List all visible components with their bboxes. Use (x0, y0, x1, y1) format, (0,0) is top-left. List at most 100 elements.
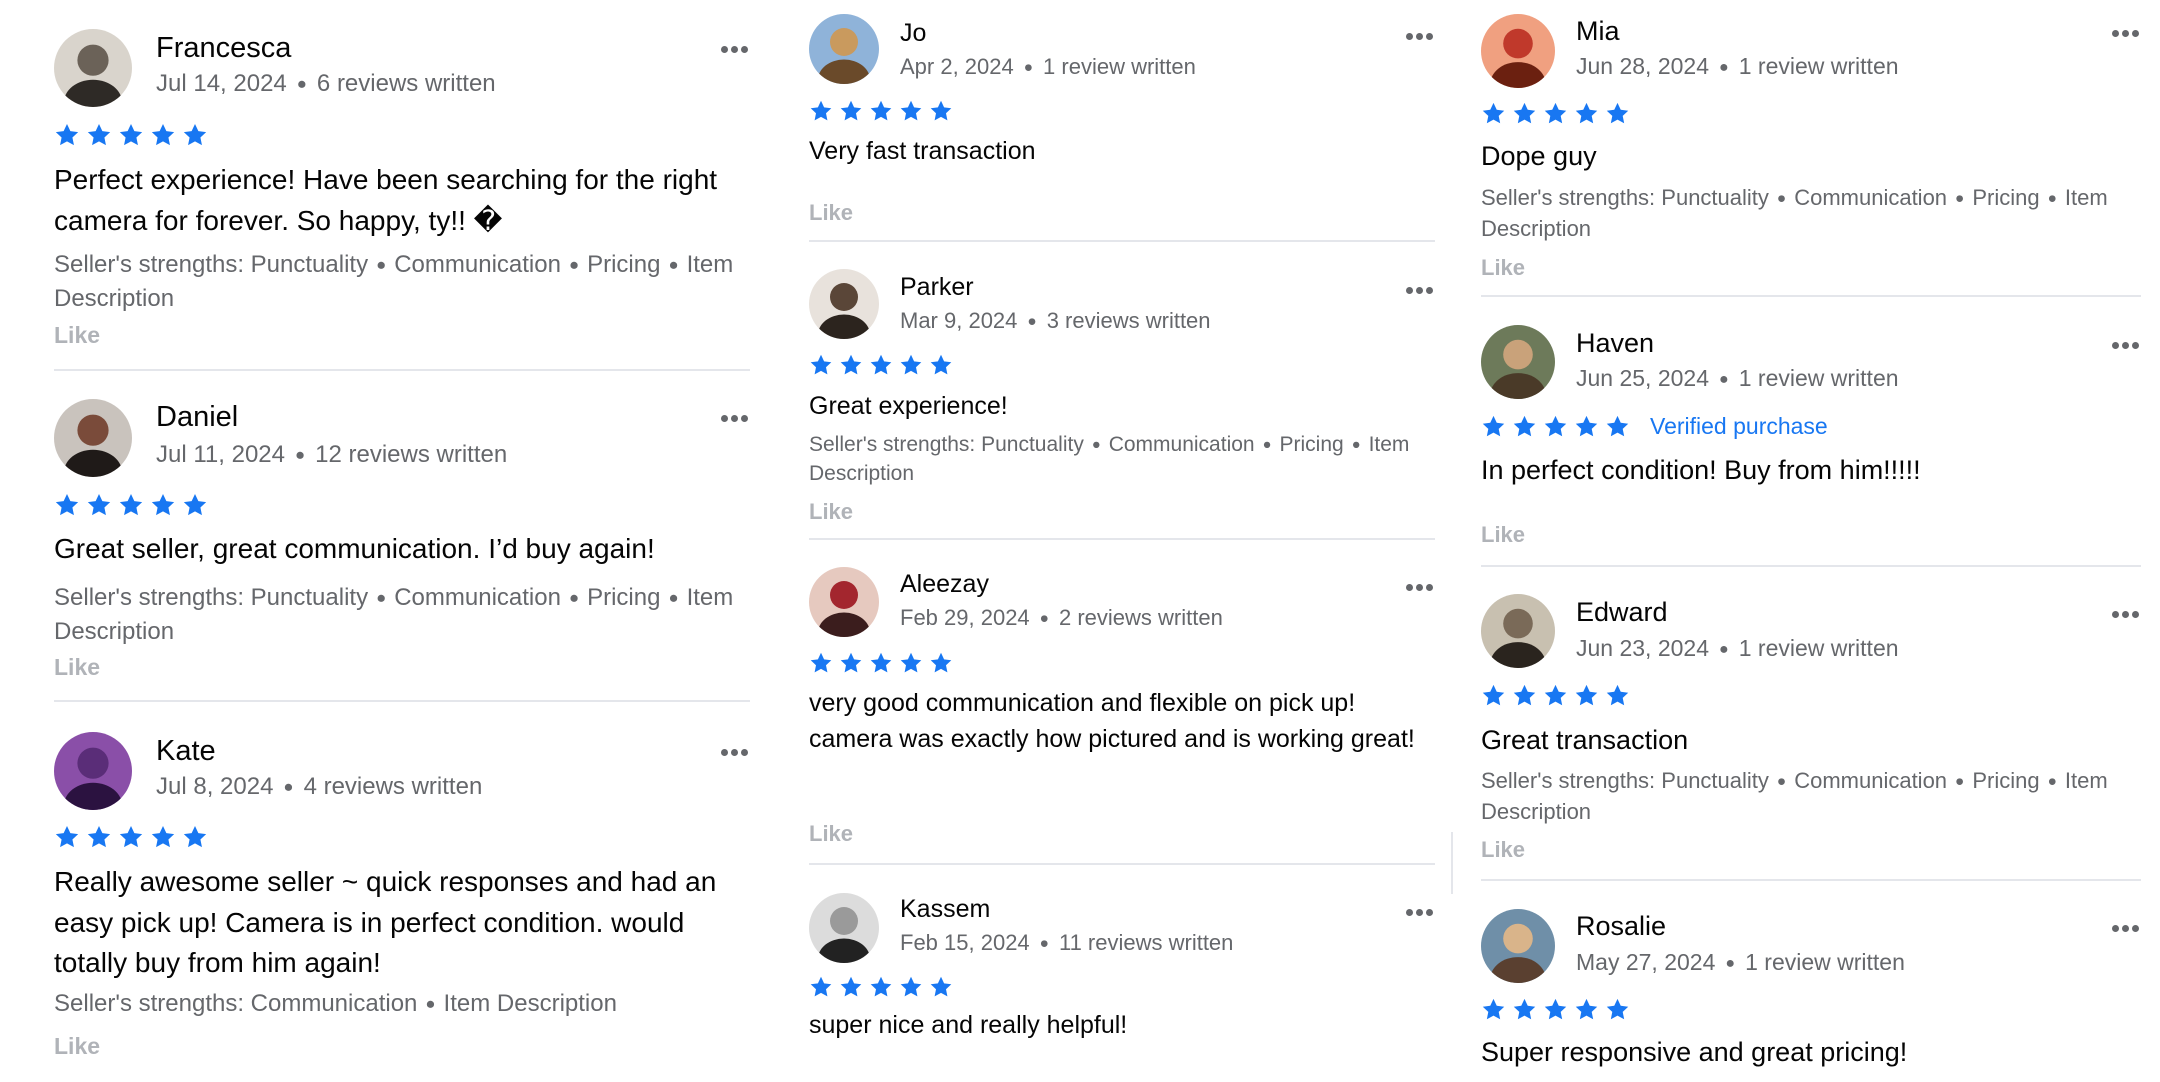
star-rating (809, 651, 959, 675)
review-card: Haven Jun 25, 2024 ● 1 review written Veri… (1481, 297, 2141, 567)
separator-dot: ● (1351, 437, 1361, 453)
seller-strengths: Seller's strengths: Punctuality ● Communic… (54, 581, 750, 648)
reviewer-name[interactable]: Kate (156, 735, 216, 768)
star-icon (929, 975, 959, 999)
review-card: Edward Jun 23, 2024 ● 1 review written Gre… (1481, 567, 2141, 881)
star-icon (1512, 997, 1543, 1022)
star-icon (118, 492, 150, 518)
reviewer-name[interactable]: Jo (900, 19, 926, 48)
review-text: super nice and really helpful! (809, 1011, 1128, 1039)
review-meta: Apr 2, 2024 ● 1 review written (900, 54, 1196, 80)
like-button[interactable]: Like (54, 654, 100, 681)
more-options-icon[interactable] (2109, 919, 2139, 937)
strength-item: Communication (1108, 433, 1255, 456)
avatar[interactable] (54, 29, 132, 107)
like-button[interactable]: Like (809, 499, 853, 525)
avatar[interactable] (809, 567, 879, 637)
more-options-icon[interactable] (1403, 281, 1433, 299)
reviewer-name[interactable]: Edward (1576, 597, 1668, 628)
review-card: Aleezay Feb 29, 2024 ● 2 reviews written v… (809, 540, 1435, 865)
star-icon (54, 492, 86, 518)
avatar[interactable] (809, 893, 879, 963)
avatar[interactable] (1481, 594, 1555, 668)
separator-dot: ● (2047, 190, 2057, 207)
avatar-photo (1481, 325, 1555, 399)
reviews-column-3: Mia Jun 28, 2024 ● 1 review written Dope g… (1481, 0, 2141, 1080)
star-icon (86, 492, 118, 518)
avatar-photo (1481, 594, 1555, 668)
review-text: Super responsive and great pricing! (1481, 1037, 1908, 1067)
reviewer-name[interactable]: Mia (1576, 16, 1620, 47)
avatar[interactable] (809, 269, 879, 339)
strength-item: Communication (394, 251, 561, 278)
star-icon (1574, 997, 1605, 1022)
strength-item: Punctuality (1661, 768, 1769, 793)
star-icon (1605, 997, 1636, 1022)
review-count: 1 review written (1738, 53, 1899, 79)
more-options-icon[interactable] (718, 409, 748, 427)
separator-dot: ● (1719, 640, 1729, 658)
star-icon (1574, 101, 1605, 126)
avatar[interactable] (809, 14, 879, 84)
star-icon (118, 824, 150, 850)
star-icon (899, 353, 929, 377)
more-options-icon[interactable] (1403, 578, 1433, 596)
star-icon (1605, 683, 1636, 708)
separator-dot: ● (1776, 773, 1787, 790)
like-button[interactable]: Like (809, 200, 853, 226)
more-options-icon[interactable] (718, 40, 748, 58)
separator-dot: ● (1039, 610, 1049, 627)
star-icon (1543, 997, 1574, 1022)
star-icon (1481, 997, 1512, 1022)
avatar[interactable] (54, 399, 132, 477)
avatar[interactable] (1481, 14, 1555, 88)
separator-dot: ● (1719, 58, 1729, 76)
avatar[interactable] (1481, 325, 1555, 399)
avatar[interactable] (1481, 909, 1555, 983)
like-button[interactable]: Like (1481, 522, 1525, 548)
seller-strengths: Seller's strengths: Punctuality ● Communic… (1481, 183, 2141, 245)
more-options-icon[interactable] (2109, 336, 2139, 354)
review-text: Great experience! (809, 392, 1008, 420)
strength-item: Communication (250, 990, 418, 1017)
like-button[interactable]: Like (54, 322, 100, 349)
review-text: Dope guy (1481, 141, 1597, 171)
separator-dot: ● (376, 255, 387, 274)
review-card: Mia Jun 28, 2024 ● 1 review written Dope g… (1481, 0, 2141, 297)
separator-dot: ● (376, 588, 387, 607)
strength-item: Punctuality (250, 251, 369, 278)
like-button[interactable]: Like (54, 1033, 100, 1060)
reviewer-name[interactable]: Rosalie (1576, 911, 1666, 942)
star-icon (1605, 414, 1636, 439)
reviewer-name[interactable]: Haven (1576, 328, 1654, 359)
review-meta: Feb 29, 2024 ● 2 reviews written (900, 605, 1223, 631)
review-date: Jun 28, 2024 (1576, 53, 1710, 79)
seller-strengths: Seller's strengths: Punctuality ● Communic… (1481, 766, 2141, 828)
reviewer-name[interactable]: Kassem (900, 895, 990, 924)
strength-item: Punctuality (1661, 185, 1769, 210)
separator-dot: ● (296, 74, 307, 93)
more-options-icon[interactable] (1403, 903, 1433, 921)
review-date: May 27, 2024 (1576, 949, 1716, 975)
separator-dot: ● (1039, 935, 1049, 952)
star-icon (86, 122, 118, 148)
reviews-column-2: Jo Apr 2, 2024 ● 1 review written Very fas… (809, 0, 1435, 1080)
more-options-icon[interactable] (718, 743, 748, 761)
avatar[interactable] (54, 732, 132, 810)
reviewer-name[interactable]: Francesca (156, 32, 291, 65)
like-button[interactable]: Like (809, 821, 853, 847)
star-icon (182, 824, 214, 850)
reviewer-name[interactable]: Parker (900, 273, 974, 302)
separator-dot: ● (1023, 59, 1034, 76)
star-icon (1543, 683, 1574, 708)
like-button[interactable]: Like (1481, 255, 1525, 281)
star-rating (54, 492, 214, 518)
like-button[interactable]: Like (1481, 837, 1525, 863)
reviewer-name[interactable]: Daniel (156, 401, 238, 434)
more-options-icon[interactable] (2109, 605, 2139, 623)
more-options-icon[interactable] (2109, 24, 2139, 42)
review-card: Parker Mar 9, 2024 ● 3 reviews written Gre… (809, 242, 1435, 540)
avatar-photo (54, 29, 132, 107)
more-options-icon[interactable] (1403, 27, 1433, 45)
reviewer-name[interactable]: Aleezay (900, 570, 989, 599)
